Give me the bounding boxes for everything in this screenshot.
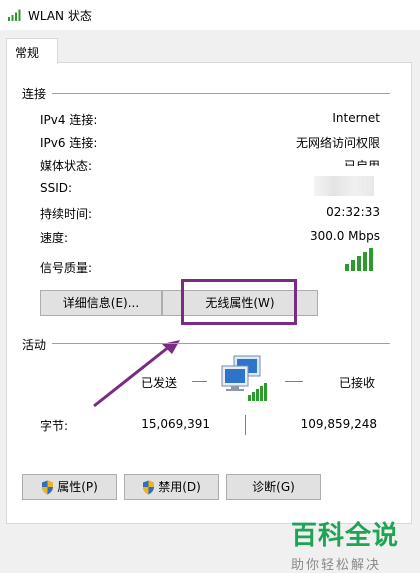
signal-quality-label: 信号质量: (40, 261, 93, 275)
watermark-logo: 百科全说 助你轻松解决 (291, 515, 411, 573)
received-label: 已接收 (339, 376, 376, 390)
bytes-sent-value: 15,069,391 (141, 417, 210, 431)
window-title: WLAN 状态 (28, 9, 92, 23)
ipv4-label: IPv4 连接: (40, 113, 98, 127)
speed-label: 速度: (40, 231, 69, 245)
connection-section-label: 连接 (22, 87, 47, 101)
bytes-label: 字节: (40, 419, 69, 433)
bytes-divider (245, 415, 246, 435)
uac-shield-icon (42, 480, 54, 495)
wlan-app-icon (8, 9, 21, 21)
ipv6-label: IPv6 连接: (40, 136, 98, 150)
received-dash (285, 381, 303, 382)
watermark-title: 百科全说 (291, 521, 400, 551)
ipv6-value: 无网络访问权限 (295, 136, 380, 150)
annotation-highlight-box (181, 279, 297, 325)
signal-strength-icon (345, 248, 373, 271)
activity-section-label: 活动 (22, 338, 47, 352)
diagnose-button[interactable]: 诊断(G) (226, 474, 321, 500)
media-state-value: 已启用 (343, 159, 380, 166)
media-state-label: 媒体状态: (40, 159, 93, 173)
uac-shield-icon (143, 480, 155, 495)
activity-divider (52, 343, 390, 344)
speed-value: 300.0 Mbps (309, 229, 380, 243)
details-button[interactable]: 详细信息(E)... (40, 290, 162, 316)
ssid-redaction (314, 176, 374, 196)
title-bar: WLAN 状态 (0, 0, 420, 30)
properties-button-label: 属性(P) (57, 480, 98, 494)
ssid-label: SSID: (40, 181, 73, 195)
ipv4-value: Internet (332, 111, 380, 125)
network-computers-icon (221, 355, 267, 401)
duration-value: 02:32:33 (326, 205, 380, 219)
tab-general-label: 常规 (15, 46, 40, 60)
sent-label: 已发送 (141, 376, 178, 390)
bytes-received-value: 109,859,248 (300, 417, 377, 431)
connection-divider (52, 93, 390, 94)
disable-button[interactable]: 禁用(D) (124, 474, 219, 500)
watermark-subtitle: 助你轻松解决 (291, 558, 382, 573)
sent-dash (192, 381, 207, 382)
disable-button-label: 禁用(D) (158, 480, 201, 494)
tab-general[interactable]: 常规 (6, 38, 58, 64)
duration-label: 持续时间: (40, 207, 93, 221)
properties-button[interactable]: 属性(P) (22, 474, 117, 500)
